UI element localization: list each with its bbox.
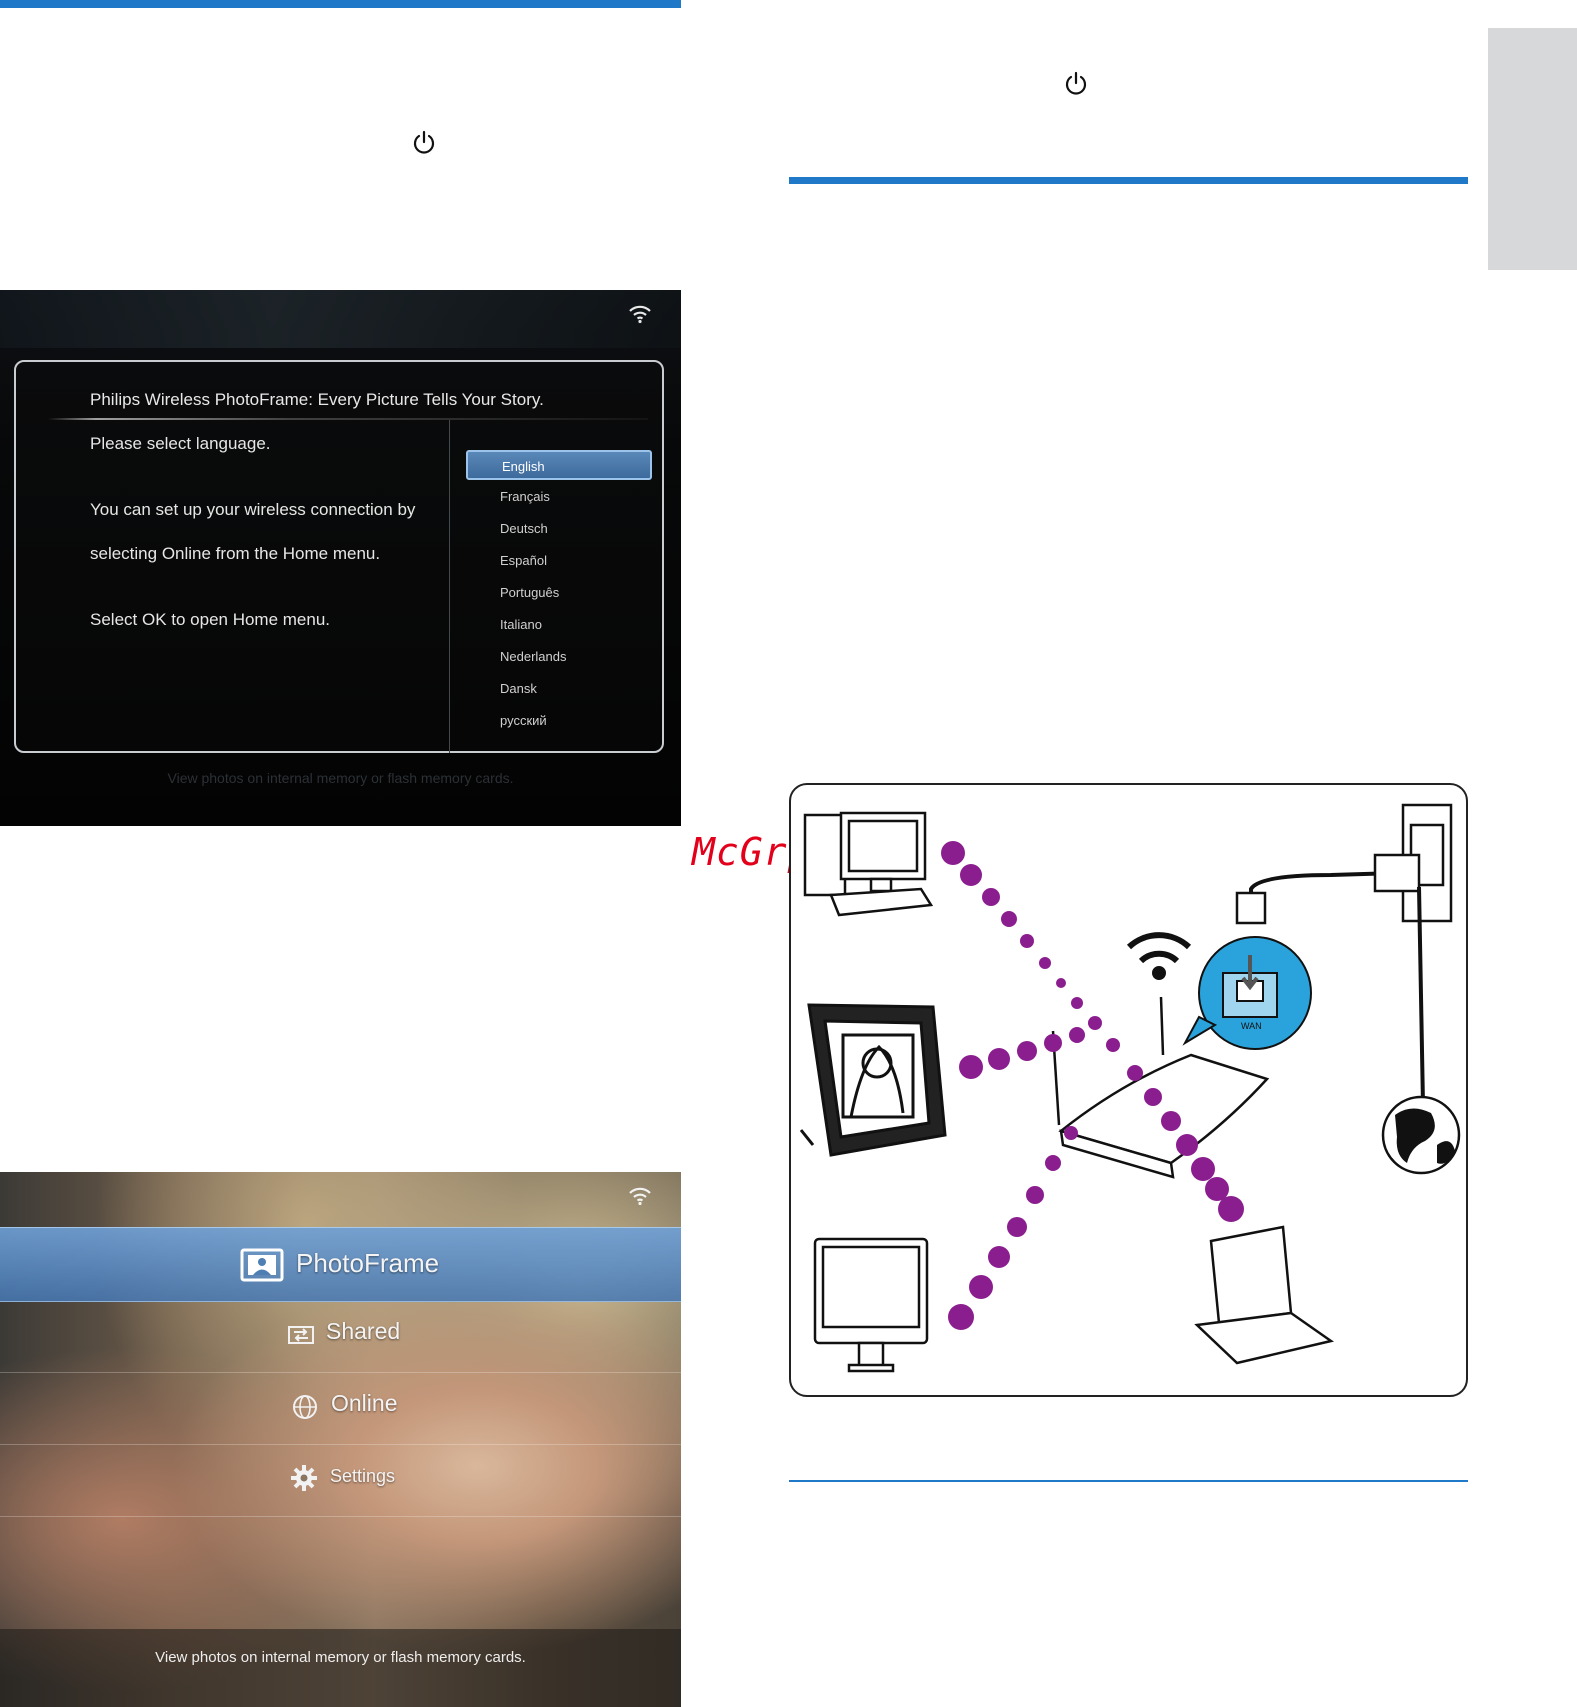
wan-port-callout: WAN [1182, 936, 1312, 1050]
gear-icon [291, 1465, 317, 1491]
dialog-divider [449, 420, 450, 753]
side-tab [1488, 28, 1577, 270]
photoframe-icon [240, 1248, 284, 1282]
section-rule-right [789, 177, 1468, 184]
menu-item-settings[interactable]: Settings [0, 1444, 681, 1517]
menu-label-online: Online [331, 1390, 398, 1416]
language-option-italiano[interactable]: Italiano [466, 610, 652, 640]
power-icon [413, 130, 435, 154]
internet-globe [1381, 1095, 1461, 1175]
screen-header [0, 290, 681, 348]
wifi-icon [629, 305, 651, 324]
top-rule-left [0, 0, 681, 8]
globe-icon [293, 1395, 317, 1419]
home-screen: PhotoFrame Shared Online Settings View p… [0, 1172, 681, 1707]
language-option-english[interactable]: English [466, 450, 652, 480]
language-option-portugues[interactable]: Português [466, 578, 652, 608]
wifi-icon [629, 1187, 651, 1206]
photo-frame-device [799, 1003, 947, 1157]
wifi-signal-symbol [1126, 932, 1192, 980]
menu-item-online[interactable]: Online [0, 1372, 681, 1445]
power-icon [1065, 71, 1087, 95]
language-prompt: Please select language. [90, 434, 271, 453]
ok-hint: Select OK to open Home menu. [90, 610, 331, 629]
language-option-nederlands[interactable]: Nederlands [466, 642, 652, 672]
laptop-computer [1194, 1225, 1335, 1365]
network-diagram: WAN [789, 783, 1468, 1397]
wireless-info-line1: You can set up your wireless connection … [90, 500, 416, 519]
language-screen: Philips Wireless PhotoFrame: Every Pictu… [0, 290, 681, 826]
menu-label-photoframe: PhotoFrame [296, 1248, 440, 1278]
monitor-computer [813, 1237, 929, 1373]
wan-port-label: WAN [1241, 1021, 1262, 1031]
language-option-dansk[interactable]: Dansk [466, 674, 652, 704]
language-option-russian[interactable]: русский [466, 706, 652, 736]
dialog-title: Philips Wireless PhotoFrame: Every Pictu… [90, 390, 544, 409]
menu-label-shared: Shared [326, 1318, 401, 1344]
screen-footer-hint: View photos on internal memory or flash … [167, 770, 514, 786]
menu-label-settings: Settings [330, 1466, 396, 1486]
network-diagram-art: WAN [799, 803, 1461, 1373]
menu-item-shared[interactable]: Shared [0, 1300, 681, 1373]
language-option-deutsch[interactable]: Deutsch [466, 514, 652, 544]
language-option-espanol[interactable]: Español [466, 546, 652, 576]
dialog-title-underline [48, 418, 648, 420]
language-dialog: Philips Wireless PhotoFrame: Every Pictu… [14, 360, 664, 753]
menu-item-photoframe[interactable]: PhotoFrame [0, 1227, 681, 1302]
section-rule-right-bottom [789, 1480, 1468, 1482]
shared-icon [288, 1326, 314, 1344]
language-option-francais[interactable]: Français [466, 482, 652, 512]
desktop-computer [803, 811, 934, 917]
wireless-info-line2: selecting Online from the Home menu. [90, 544, 381, 563]
screen-footer-hint: View photos on internal memory or flash … [0, 1629, 681, 1707]
